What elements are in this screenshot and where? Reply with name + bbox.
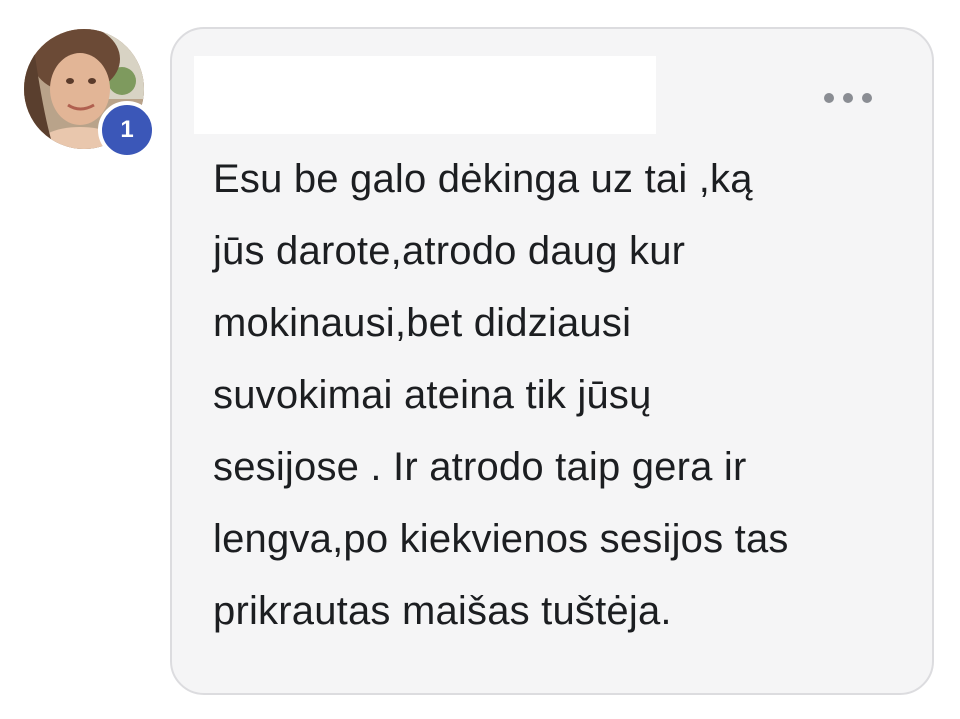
- more-dot-icon: [824, 93, 834, 103]
- redacted-author-name: [194, 56, 656, 134]
- comment-text: Esu be galo dėkinga uz tai ,ką jūs darot…: [213, 157, 789, 633]
- comment-bubble: Esu be galo dėkinga uz tai ,ką jūs darot…: [170, 27, 934, 695]
- more-options-button[interactable]: [824, 84, 872, 112]
- notification-badge: 1: [98, 101, 156, 159]
- more-dot-icon: [843, 93, 853, 103]
- more-dot-icon: [862, 93, 872, 103]
